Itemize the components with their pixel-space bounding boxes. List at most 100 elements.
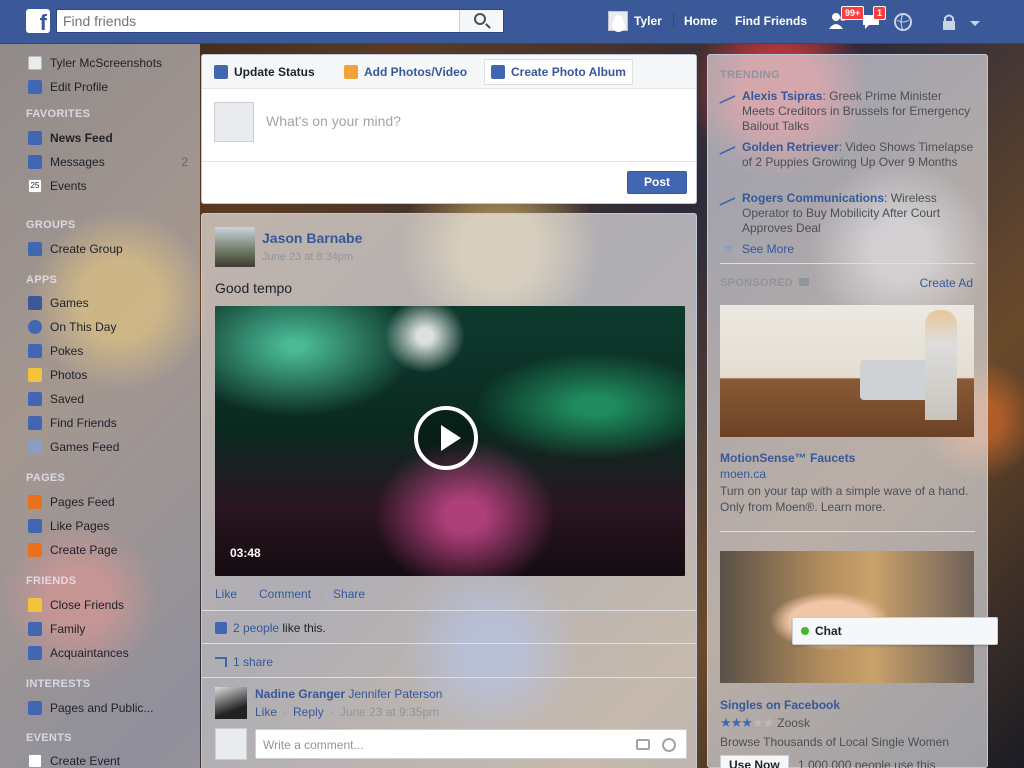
see-more-trending[interactable]: See More	[724, 242, 794, 256]
sidebar-item-pages-feed[interactable]: Pages Feed	[28, 493, 115, 511]
trending-item[interactable]: Alexis Tsipras: Greek Prime Minister Mee…	[718, 88, 975, 134]
actions-divider	[202, 610, 696, 611]
comment-author[interactable]: Nadine Granger	[255, 687, 345, 701]
author-avatar[interactable]	[215, 227, 255, 267]
share-button[interactable]: Share	[333, 587, 365, 601]
photo-icon	[344, 65, 358, 79]
feed-post: Jason Barnabe June 23 at 8:34pm Good tem…	[201, 213, 697, 768]
sidebar-item-close-friends[interactable]: Close Friends	[28, 596, 124, 614]
sidebar-item-find-friends[interactable]: Find Friends	[28, 414, 117, 432]
home-link[interactable]: Home	[673, 14, 717, 28]
privacy-shortcuts-button[interactable]	[940, 12, 962, 32]
likes-link[interactable]: 2 people	[233, 621, 279, 635]
emoji-icon[interactable]	[662, 738, 676, 752]
commenter-avatar[interactable]	[215, 687, 247, 719]
trending-item[interactable]: Golden Retriever: Video Shows Timelapse …	[718, 139, 975, 170]
composer-input[interactable]: What's on your mind?	[266, 113, 401, 129]
tab-add-photos[interactable]: Add Photos/Video	[338, 59, 473, 85]
post-author[interactable]: Jason Barnabe	[262, 230, 362, 246]
sidebar-item-family[interactable]: Family	[28, 620, 85, 638]
ad-social-text: 1,000,000 people use this	[798, 758, 936, 768]
plus-icon	[28, 543, 42, 557]
profile-avatar[interactable]	[608, 11, 628, 31]
composer-tabs: Update Status Add Photos/Video Create Ph…	[202, 55, 696, 89]
search-button[interactable]	[459, 10, 503, 32]
comment-time[interactable]: June 23 at 9:35pm	[340, 705, 439, 719]
trending-divider	[720, 263, 975, 264]
find-friends-link[interactable]: Find Friends	[735, 14, 807, 28]
sidebar-item-news-feed[interactable]: News Feed	[28, 129, 113, 147]
plus-icon	[28, 242, 42, 256]
pages-header: PAGES	[26, 472, 66, 484]
shares-link[interactable]: 1 share	[233, 655, 273, 669]
sidebar-item-pokes[interactable]: Pokes	[28, 342, 83, 360]
shares-divider	[202, 677, 696, 678]
ad-divider	[720, 531, 975, 532]
shares-summary: 1 share	[215, 655, 273, 669]
ad-cta-button[interactable]: Use Now	[720, 755, 789, 768]
trending-arrow-icon	[718, 139, 736, 155]
events-header: EVENTS	[26, 732, 72, 744]
rating-stars-empty-icon: ★★	[751, 715, 774, 730]
sidebar-item-games-feed[interactable]: Games Feed	[28, 438, 119, 456]
sidebar-item-edit-profile[interactable]: Edit Profile	[28, 78, 108, 96]
my-comment-avatar	[215, 728, 247, 760]
comment-reply-button[interactable]: Reply	[293, 705, 324, 719]
ad-domain[interactable]: moen.ca	[720, 467, 766, 481]
tab-create-album[interactable]: Create Photo Album	[484, 59, 633, 85]
comment-input[interactable]: Write a comment...	[255, 729, 687, 759]
trending-item[interactable]: Rogers Communications: Wireless Operator…	[718, 190, 975, 236]
facebook-logo-icon[interactable]: f	[26, 9, 50, 33]
chat-bar[interactable]: Chat	[792, 617, 998, 645]
post-button[interactable]: Post	[627, 171, 687, 194]
ad-title[interactable]: MotionSense™ Faucets	[720, 451, 855, 465]
profile-link[interactable]: Tyler	[634, 14, 662, 28]
sidebar-item-create-page[interactable]: Create Page	[28, 541, 117, 559]
notifications-button[interactable]	[893, 12, 915, 32]
account-menu-button[interactable]	[968, 12, 990, 32]
ad-title[interactable]: Singles on Facebook	[720, 698, 840, 712]
interests-header: INTERESTS	[26, 678, 91, 690]
like-button[interactable]: Like	[215, 587, 237, 601]
sidebar-item-saved[interactable]: Saved	[28, 390, 84, 408]
calendar-icon: 25	[28, 179, 42, 193]
search-input[interactable]	[57, 10, 457, 32]
sidebar-item-like-pages[interactable]: Like Pages	[28, 517, 109, 535]
sidebar-item-messages[interactable]: Messages 2	[28, 153, 188, 171]
sidebar-item-create-event[interactable]: Create Event	[28, 752, 120, 768]
sidebar-item-create-group[interactable]: Create Group	[28, 240, 123, 258]
sidebar-item-games[interactable]: Games	[28, 294, 89, 312]
post-video[interactable]: 03:48	[215, 306, 685, 576]
rss-icon	[28, 701, 42, 715]
friends-icon	[28, 416, 42, 430]
sidebar-item-on-this-day[interactable]: On This Day	[28, 318, 116, 336]
comment-tagged[interactable]: Jennifer Paterson	[348, 687, 442, 701]
post-actions: Like · Comment · Share	[215, 587, 366, 601]
apps-header: APPS	[26, 274, 58, 286]
likes-summary: 2 people like this.	[215, 621, 326, 635]
sidebar-item-acquaintances[interactable]: Acquaintances	[28, 644, 129, 662]
composer-divider	[202, 161, 696, 162]
comment-like-button[interactable]: Like	[255, 705, 277, 719]
chevron-down-icon	[724, 246, 734, 252]
messages-badge: 1	[873, 6, 887, 20]
post-timestamp[interactable]: June 23 at 8:34pm	[262, 251, 353, 263]
trending-header: TRENDING	[720, 69, 780, 81]
create-ad-link[interactable]: Create Ad	[920, 276, 973, 290]
thumbs-up-icon	[28, 519, 42, 533]
calendar-plus-icon	[28, 754, 42, 768]
play-icon[interactable]	[414, 406, 478, 470]
messages-button[interactable]: 1	[861, 6, 887, 32]
sidebar-item-profile[interactable]: Tyler McScreenshots	[28, 54, 162, 72]
ad-image-faucet[interactable]	[720, 305, 974, 437]
sidebar-item-photos[interactable]: Photos	[28, 366, 87, 384]
globe-icon	[894, 13, 912, 31]
tab-update-status[interactable]: Update Status	[208, 59, 321, 85]
avatar-icon	[28, 56, 42, 70]
sidebar-item-pages-public[interactable]: Pages and Public...	[28, 699, 153, 717]
friend-requests-button[interactable]: 99+	[829, 6, 865, 32]
ad-domain[interactable]: Zoosk	[777, 716, 810, 730]
sidebar-item-events[interactable]: 25 Events	[28, 177, 87, 195]
comment-button[interactable]: Comment	[259, 587, 311, 601]
camera-icon[interactable]	[636, 739, 650, 750]
